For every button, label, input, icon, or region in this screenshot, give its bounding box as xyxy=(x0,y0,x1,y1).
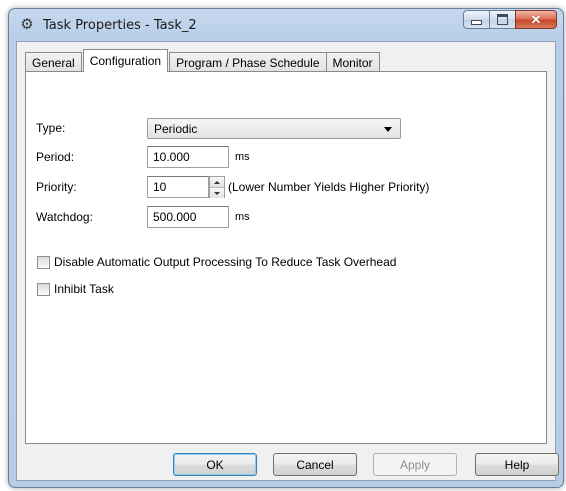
tab-program-phase-schedule[interactable]: Program / Phase Schedule xyxy=(169,52,327,72)
watchdog-label: Watchdog: xyxy=(36,210,93,224)
priority-value: 10 xyxy=(153,180,167,194)
maximize-button[interactable] xyxy=(489,10,516,29)
priority-hint: (Lower Number Yields Higher Priority) xyxy=(228,180,430,194)
disable-output-option[interactable]: Disable Automatic Output Processing To R… xyxy=(37,255,396,269)
period-unit: ms xyxy=(235,151,250,163)
watchdog-value: 500.000 xyxy=(153,210,197,224)
priority-label: Priority: xyxy=(36,180,77,194)
type-label: Type: xyxy=(36,121,66,135)
period-value: 10.000 xyxy=(153,150,190,164)
chevron-up-icon xyxy=(214,180,220,184)
type-select[interactable]: Periodic xyxy=(147,118,401,139)
watchdog-unit: ms xyxy=(235,211,250,223)
chevron-down-icon xyxy=(384,127,392,132)
close-icon: ✕ xyxy=(530,12,542,27)
apply-button[interactable]: Apply xyxy=(373,453,457,476)
configuration-panel: Type: Periodic Period: 10.000 ms Priorit… xyxy=(25,71,547,444)
tab-monitor[interactable]: Monitor xyxy=(325,52,380,72)
maximize-icon xyxy=(497,14,508,25)
window-title: Task Properties - Task_2 xyxy=(43,18,197,33)
minimize-button[interactable] xyxy=(463,10,490,29)
tab-configuration[interactable]: Configuration xyxy=(82,49,169,72)
disable-output-label: Disable Automatic Output Processing To R… xyxy=(54,255,397,269)
priority-spinner[interactable] xyxy=(209,176,225,198)
period-input[interactable]: 10.000 xyxy=(147,146,229,168)
inhibit-task-label: Inhibit Task xyxy=(54,282,114,296)
watchdog-input[interactable]: 500.000 xyxy=(147,206,229,228)
spin-down-button[interactable] xyxy=(210,188,224,198)
cancel-button[interactable]: Cancel xyxy=(273,453,357,476)
task-properties-icon: ⚙ xyxy=(20,16,34,33)
priority-input[interactable]: 10 xyxy=(147,176,209,198)
chevron-down-icon xyxy=(214,191,220,195)
dialog-client-area: General Configuration Program / Phase Sc… xyxy=(16,41,559,481)
disable-output-checkbox[interactable] xyxy=(37,255,50,269)
tab-general[interactable]: General xyxy=(25,52,82,72)
inhibit-task-option[interactable]: Inhibit Task xyxy=(37,282,114,296)
spin-up-button[interactable] xyxy=(210,177,224,188)
inhibit-task-checkbox[interactable] xyxy=(37,282,50,296)
ok-button[interactable]: OK xyxy=(173,453,257,476)
task-properties-dialog: ⚙ Task Properties - Task_2 ✕ General Con… xyxy=(8,8,564,488)
period-label: Period: xyxy=(36,150,75,164)
minimize-icon xyxy=(471,20,482,25)
window-controls: ✕ xyxy=(463,10,557,29)
type-selected-value: Periodic xyxy=(154,122,198,136)
help-button[interactable]: Help xyxy=(475,453,559,476)
title-bar[interactable]: ⚙ Task Properties - Task_2 ✕ xyxy=(9,9,563,41)
close-button[interactable]: ✕ xyxy=(515,10,557,29)
tab-strip: General Configuration Program / Phase Sc… xyxy=(25,49,380,72)
